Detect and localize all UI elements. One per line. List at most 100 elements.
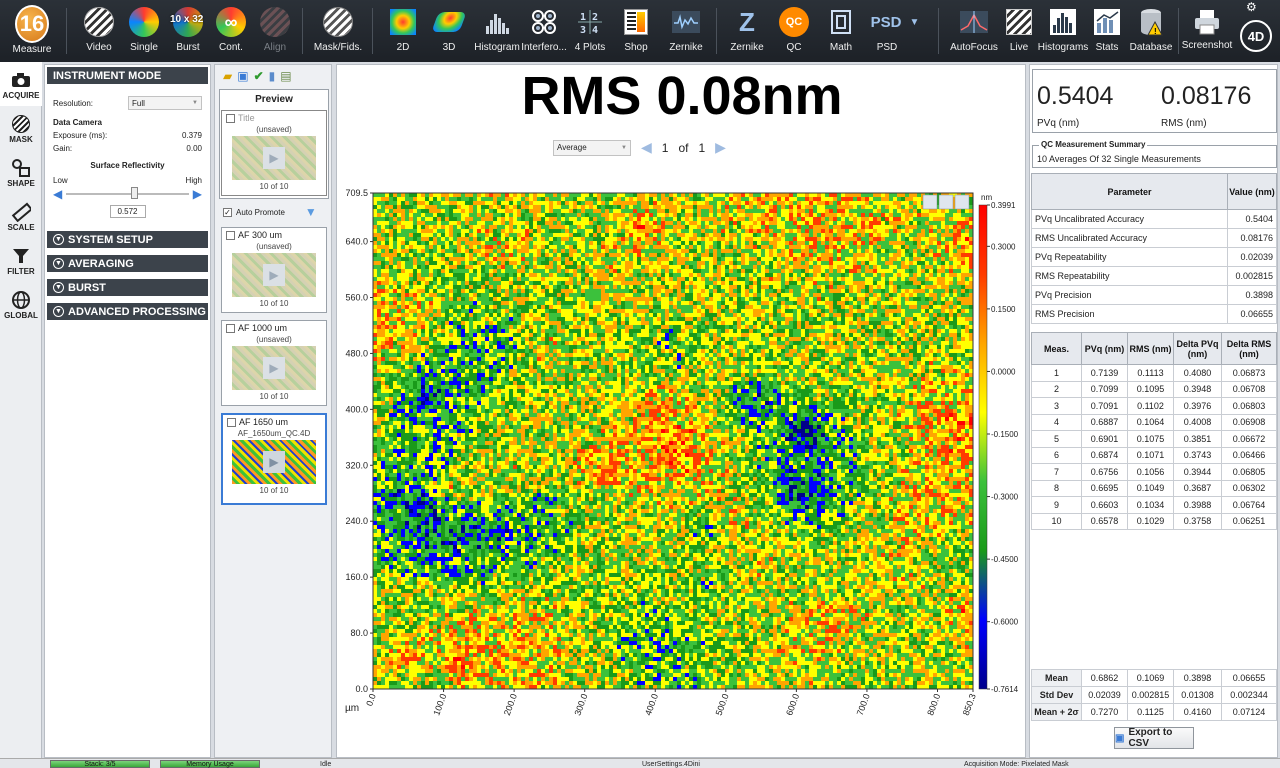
- save-icon[interactable]: ▣: [237, 69, 248, 83]
- auto-promote-row[interactable]: ✓ Auto Promote ▼: [223, 205, 317, 219]
- parameter-row[interactable]: PVq Uncalibrated Accuracy 0.5404: [1031, 209, 1277, 229]
- delta-pvq-header[interactable]: Delta PVq (nm): [1173, 332, 1222, 365]
- autofocus-button[interactable]: AutoFocus: [950, 0, 998, 62]
- export-csv-button[interactable]: ▣ Export to CSV: [1114, 727, 1194, 749]
- measurement-row[interactable]: 6 0.6874 0.1071 0.3743 0.06466: [1031, 446, 1277, 464]
- parameter-row[interactable]: RMS Precision 0.06655: [1031, 304, 1277, 324]
- parameter-row[interactable]: RMS Uncalibrated Accuracy 0.08176: [1031, 228, 1277, 248]
- checkmark-icon[interactable]: ✔: [254, 69, 264, 83]
- burst-header[interactable]: ▼ BURST: [47, 279, 208, 296]
- preview-card-af1000[interactable]: AF 1000 um (unsaved) ▶ 10 of 10: [221, 320, 327, 406]
- measurement-row[interactable]: 10 0.6578 0.1029 0.3758 0.06251: [1031, 512, 1277, 530]
- histogram-button[interactable]: Histogram: [474, 0, 520, 62]
- arrow-left-icon[interactable]: ◀: [53, 187, 62, 201]
- rail-mask[interactable]: MASK: [0, 106, 42, 150]
- export-icon[interactable]: ▤: [280, 69, 291, 83]
- chevron-down-icon[interactable]: ▼: [305, 205, 317, 219]
- reflectivity-high-label: High: [185, 176, 202, 185]
- instrument-mode-header[interactable]: INSTRUMENT MODE: [47, 67, 208, 84]
- stats-button[interactable]: Stats: [1090, 0, 1124, 62]
- parameter-row[interactable]: PVq Repeatability 0.02039: [1031, 247, 1277, 267]
- rail-acquire[interactable]: ACQUIRE: [0, 62, 42, 106]
- histograms-button[interactable]: Histograms: [1038, 0, 1088, 62]
- zernike-button[interactable]: Z Zernike: [730, 0, 764, 62]
- next-page-icon[interactable]: ▶: [715, 139, 726, 156]
- mode-rail: ACQUIRE MASK SHAPE SCALE FILTER GLOBAL: [0, 62, 42, 758]
- zoom-in-icon[interactable]: [922, 194, 938, 210]
- psd-button[interactable]: PSD ▼ PSD: [870, 0, 920, 62]
- measurement-row[interactable]: 1 0.7139 0.1113 0.4080 0.06873: [1031, 364, 1277, 382]
- measurement-row[interactable]: 3 0.7091 0.1102 0.3976 0.06803: [1031, 397, 1277, 415]
- arrow-right-icon[interactable]: ▶: [193, 187, 202, 201]
- value-header[interactable]: Value (nm): [1227, 173, 1277, 210]
- preview-card-af300[interactable]: AF 300 um (unsaved) ▶ 10 of 10: [221, 227, 327, 313]
- measurement-row[interactable]: 5 0.6901 0.1075 0.3851 0.06672: [1031, 430, 1277, 448]
- meas-header[interactable]: Meas.: [1031, 332, 1082, 365]
- colorbar: [978, 204, 988, 690]
- measurement-row[interactable]: 9 0.6603 0.1034 0.3988 0.06764: [1031, 496, 1277, 514]
- math-button[interactable]: Math: [824, 0, 858, 62]
- pvq-header[interactable]: PVq (nm): [1081, 332, 1128, 365]
- pan-hand-icon[interactable]: [954, 194, 970, 210]
- open-folder-icon[interactable]: ▰: [223, 69, 232, 83]
- reflectivity-slider[interactable]: ◀ ▶: [53, 187, 202, 201]
- averaging-header[interactable]: ▼ AVERAGING: [47, 255, 208, 272]
- preview-card-af1650[interactable]: AF 1650 um AF_1650um_QC.4D ▶ 10 of 10: [221, 413, 327, 505]
- measurement-row[interactable]: 2 0.7099 0.1095 0.3948 0.06708: [1031, 380, 1277, 398]
- rail-scale[interactable]: SCALE: [0, 194, 42, 238]
- live-button[interactable]: Live: [1002, 0, 1036, 62]
- interferogram-label: Interfero...: [521, 42, 567, 53]
- continuous-button[interactable]: ∞ Cont.: [214, 0, 248, 62]
- card-checkbox[interactable]: [226, 230, 235, 240]
- plot-2d-button[interactable]: 2D: [386, 0, 420, 62]
- card-checkbox[interactable]: [226, 113, 235, 123]
- rms-headline: RMS 0.08nm: [521, 66, 843, 126]
- trash-icon[interactable]: ▮: [269, 69, 276, 83]
- parameter-row[interactable]: PVq Precision 0.3898: [1031, 285, 1277, 305]
- rms-header[interactable]: RMS (nm): [1127, 332, 1174, 365]
- parameter-row[interactable]: RMS Repeatability 0.002815: [1031, 266, 1277, 286]
- previous-page-icon[interactable]: ◀: [641, 139, 652, 156]
- screenshot-button[interactable]: Screenshot: [1182, 0, 1232, 62]
- statistic-value: 0.4160: [1173, 703, 1222, 721]
- database-button[interactable]: ! Database: [1130, 0, 1172, 62]
- svg-text:1: 1: [580, 12, 586, 23]
- rail-shape[interactable]: SHAPE: [0, 150, 42, 194]
- measurement-row[interactable]: 7 0.6756 0.1056 0.3944 0.06805: [1031, 463, 1277, 481]
- interferogram-button[interactable]: Interfero...: [521, 0, 567, 62]
- auto-promote-checkbox[interactable]: ✓: [223, 207, 232, 217]
- four-plots-button[interactable]: 1234 4 Plots: [573, 0, 607, 62]
- align-button[interactable]: Align: [258, 0, 292, 62]
- reflectivity-slider-thumb[interactable]: [130, 187, 138, 199]
- resolution-select[interactable]: Full ▼: [128, 96, 202, 110]
- single-button[interactable]: Single: [127, 0, 161, 62]
- single-label: Single: [130, 42, 158, 53]
- measurement-cell: 8: [1031, 479, 1082, 497]
- mask-fids-button[interactable]: Mask/Fids.: [314, 0, 362, 62]
- zernike-plot-button[interactable]: Zernike: [666, 0, 706, 62]
- reflectivity-value-input[interactable]: 0.572: [109, 205, 146, 218]
- parameter-value: 0.3898: [1227, 285, 1277, 305]
- settings-gear-icon[interactable]: ⚙: [1246, 0, 1257, 14]
- parameter-header[interactable]: Parameter: [1031, 173, 1228, 210]
- preview-card-title[interactable]: Title (unsaved) ▶ 10 of 10: [221, 110, 327, 196]
- plot-3d-button[interactable]: 3D: [431, 0, 467, 62]
- measure-button[interactable]: 16 Measure: [6, 0, 58, 62]
- card-checkbox[interactable]: [227, 417, 236, 427]
- rail-global[interactable]: GLOBAL: [0, 282, 42, 326]
- advanced-processing-header[interactable]: ▼ ADVANCED PROCESSING: [47, 303, 208, 320]
- measurement-row[interactable]: 8 0.6695 0.1049 0.3687 0.06302: [1031, 479, 1277, 497]
- fit-icon[interactable]: [938, 194, 954, 210]
- measurement-cell: 0.06805: [1221, 463, 1277, 481]
- chevron-down-icon[interactable]: ▼: [909, 17, 919, 28]
- video-button[interactable]: Video: [82, 0, 116, 62]
- shop-button[interactable]: Shop: [619, 0, 653, 62]
- view-mode-select[interactable]: Average ▼: [553, 139, 631, 156]
- rail-filter[interactable]: FILTER: [0, 238, 42, 282]
- card-checkbox[interactable]: [226, 323, 235, 333]
- burst-button[interactable]: 10 x 32 Burst: [168, 0, 208, 62]
- qc-button[interactable]: QC QC: [777, 0, 811, 62]
- delta-rms-header[interactable]: Delta RMS (nm): [1221, 332, 1277, 365]
- system-setup-header[interactable]: ▼ SYSTEM SETUP: [47, 231, 208, 248]
- measurement-row[interactable]: 4 0.6887 0.1064 0.4008 0.06908: [1031, 413, 1277, 431]
